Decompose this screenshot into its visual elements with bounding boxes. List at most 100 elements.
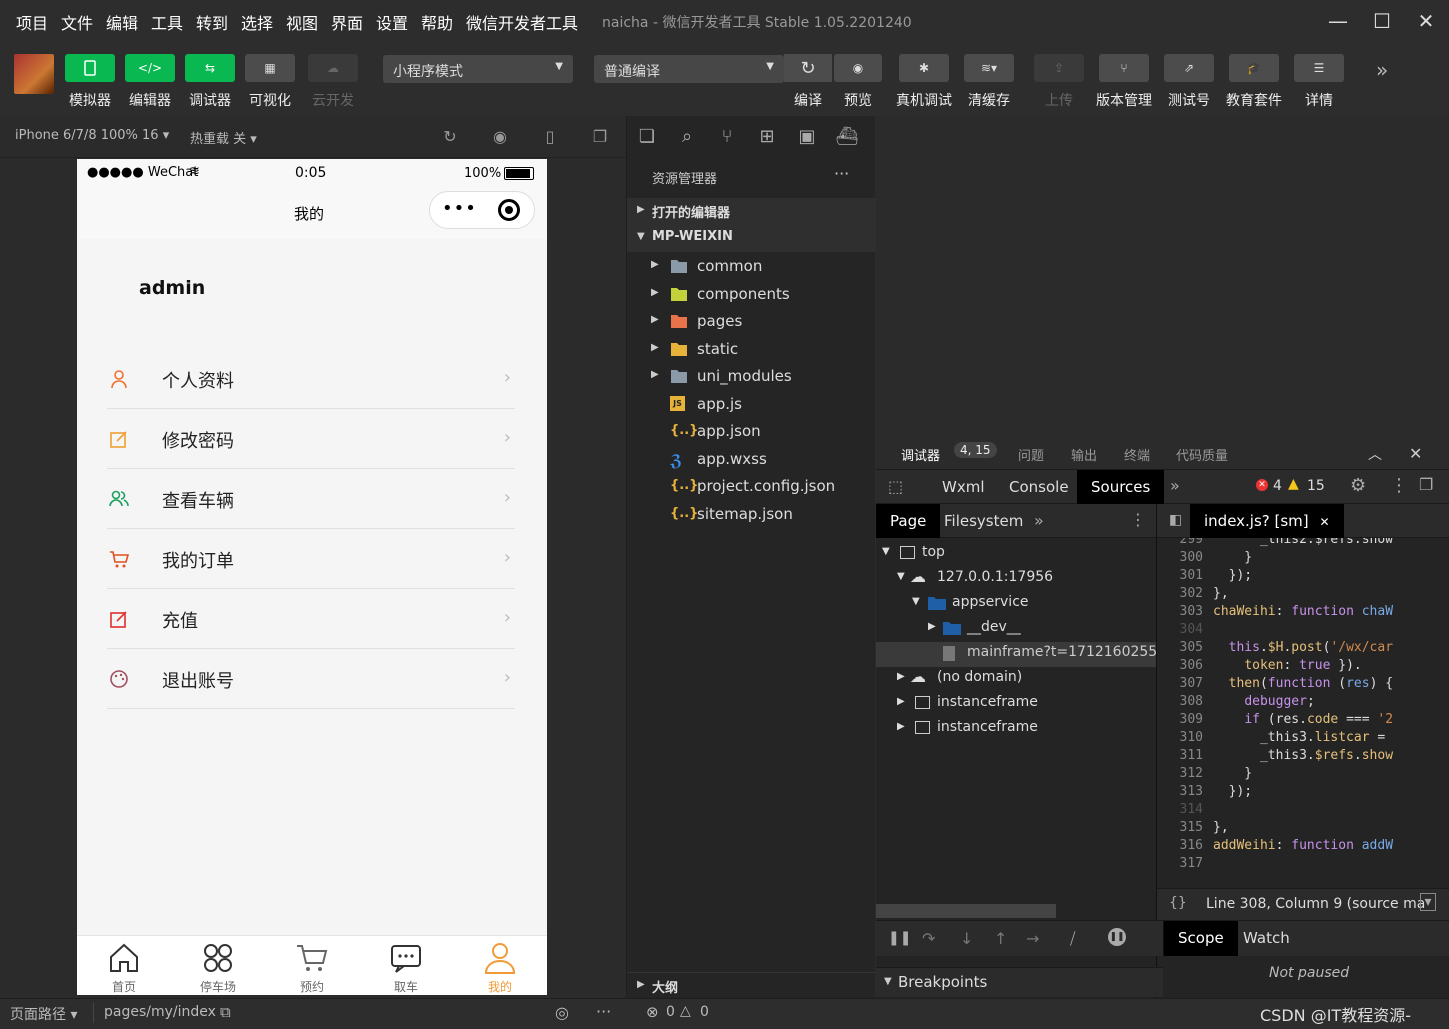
real-debug-button[interactable]: ✱ xyxy=(899,54,949,82)
upload-button[interactable]: ⇪ xyxy=(1034,54,1084,82)
more-tabs-icon[interactable]: » xyxy=(1170,476,1180,495)
close-icon[interactable]: ✕ xyxy=(1319,515,1329,529)
tree-item-dev[interactable]: ▶ __dev__ xyxy=(876,617,1156,642)
menu-help[interactable]: 帮助 xyxy=(421,10,453,34)
kebab-icon[interactable]: ⋮ xyxy=(1130,510,1146,529)
eye-icon[interactable]: ◎ xyxy=(555,1003,569,1022)
tree-item-appservice[interactable]: ▼ appservice xyxy=(876,592,1156,617)
file-app-js[interactable]: JS app.js xyxy=(627,391,876,418)
menu-item-vehicles[interactable]: 查看车辆 › xyxy=(107,469,515,529)
file-app-json[interactable]: {..} app.json xyxy=(627,418,876,445)
tab-wxml[interactable]: Wxml xyxy=(928,470,999,504)
tab-sources[interactable]: Sources xyxy=(1077,470,1165,504)
tab-terminal[interactable]: 终端 xyxy=(1124,445,1150,464)
file-app-wxss[interactable]: ℨ app.wxss xyxy=(627,446,876,473)
folder-pages[interactable]: ▶ pages xyxy=(627,308,876,335)
tab-parking[interactable]: 停车场 xyxy=(171,936,265,996)
tab-watch[interactable]: Watch xyxy=(1229,921,1304,955)
sidebar-toggle-icon[interactable]: ◧ xyxy=(1169,512,1182,528)
deactivate-breakpoints-icon[interactable]: ⧸ xyxy=(1070,929,1075,949)
clear-cache-button[interactable]: ≋▾ xyxy=(964,54,1014,82)
capsule-close-icon[interactable] xyxy=(498,199,520,221)
breakpoints-section[interactable]: ▼ Breakpoints xyxy=(876,967,1163,997)
open-editors-section[interactable]: ▶ 打开的编辑器 xyxy=(627,198,876,225)
pause-icon[interactable]: ❚❚ xyxy=(888,930,911,946)
simulator-button[interactable] xyxy=(65,54,115,82)
tab-console[interactable]: Console xyxy=(995,470,1083,504)
menu-select[interactable]: 选择 xyxy=(241,10,273,34)
tab-pickup[interactable]: 取车 xyxy=(359,936,453,996)
folder-static[interactable]: ▶ static xyxy=(627,336,876,363)
tab-problems[interactable]: 问题 xyxy=(1018,445,1044,464)
tab-code-quality[interactable]: 代码质量 xyxy=(1176,445,1228,464)
menu-item-change-password[interactable]: 修改密码 › xyxy=(107,409,515,469)
minimize-button[interactable]: — xyxy=(1318,6,1358,36)
more-icon[interactable]: ··· xyxy=(596,1002,611,1021)
rotate-icon[interactable]: ↻ xyxy=(440,127,460,147)
tree-item-top[interactable]: ▼ top xyxy=(876,542,1156,567)
more-icon[interactable]: ··· xyxy=(834,164,849,183)
step-over-icon[interactable]: ↷ xyxy=(922,929,935,948)
menu-item-profile[interactable]: 个人资料 › xyxy=(107,349,515,409)
tab-reserve[interactable]: 预约 xyxy=(265,936,359,996)
version-button[interactable]: ⑂ xyxy=(1099,54,1149,82)
file-sitemap[interactable]: {..} sitemap.json xyxy=(627,501,876,528)
tab-home[interactable]: 首页 xyxy=(77,936,171,996)
save-icon[interactable]: ▣ xyxy=(795,126,819,150)
tab-filesystem[interactable]: Filesystem xyxy=(930,504,1037,538)
tree-item-host[interactable]: ▼ ☁ 127.0.0.1:17956 xyxy=(876,567,1156,592)
tree-item-no-domain[interactable]: ▶ ☁ (no domain) xyxy=(876,667,1156,692)
project-root-section[interactable]: ▼ MP-WEIXIN xyxy=(627,225,876,252)
menu-project[interactable]: 项目 xyxy=(16,10,48,34)
menu-view[interactable]: 视图 xyxy=(286,10,318,34)
more-icon[interactable]: » xyxy=(1376,58,1388,82)
device-select[interactable]: iPhone 6/7/8 100% 16 ▾ xyxy=(15,128,169,143)
debugger-button[interactable]: ⇆ xyxy=(185,54,235,82)
folder-uni-modules[interactable]: ▶ uni_modules xyxy=(627,363,876,390)
compile-button[interactable]: ↻ xyxy=(784,54,832,82)
test-account-button[interactable]: ⇗ xyxy=(1164,54,1214,82)
step-into-icon[interactable]: ↓ xyxy=(960,929,973,948)
page-path-select[interactable]: 页面路径 ▾ xyxy=(10,1004,77,1024)
copy-icon[interactable]: ⧉ xyxy=(220,1003,231,1021)
tree-item-instanceframe[interactable]: ▶ instanceframe xyxy=(876,717,1156,742)
menu-goto[interactable]: 转到 xyxy=(196,10,228,34)
pretty-print-icon[interactable]: {} xyxy=(1169,895,1187,911)
outline-section[interactable]: ▶ 大纲 xyxy=(627,972,876,998)
cloud-button[interactable]: ☁ xyxy=(308,54,358,82)
menu-interface[interactable]: 界面 xyxy=(331,10,363,34)
inspect-icon[interactable]: ⬚ xyxy=(888,477,903,496)
avatar[interactable] xyxy=(14,54,54,94)
tab-debugger[interactable]: 调试器 xyxy=(901,445,941,472)
maximize-button[interactable]: ☐ xyxy=(1362,6,1402,36)
tree-item-mainframe[interactable]: mainframe?t=171216025568 xyxy=(876,642,1175,667)
menu-devtools[interactable]: 微信开发者工具 xyxy=(466,10,578,34)
code-editor[interactable]: 299 _this2.$refs.show 300 } 301 }); 302}… xyxy=(1157,538,1449,868)
menu-item-logout[interactable]: 退出账号 › xyxy=(107,649,515,709)
more-dots-icon[interactable]: ••• xyxy=(442,198,477,219)
editor-button[interactable]: </> xyxy=(125,54,175,82)
menu-settings[interactable]: 设置 xyxy=(376,10,408,34)
kebab-icon[interactable]: ⋮ xyxy=(1390,475,1408,496)
folder-common[interactable]: ▶ common xyxy=(627,253,876,280)
step-icon[interactable]: → xyxy=(1026,929,1039,948)
visual-button[interactable]: ▦ xyxy=(245,54,295,82)
search-icon[interactable]: ⌕ xyxy=(675,126,699,150)
gear-icon[interactable]: ⚙ xyxy=(1350,475,1366,496)
coverage-icon[interactable]: ▾ xyxy=(1420,893,1436,911)
menu-edit[interactable]: 编辑 xyxy=(106,10,138,34)
phone-icon[interactable]: ▯ xyxy=(540,127,560,147)
preview-button[interactable]: ◉ xyxy=(834,54,882,82)
popout-icon[interactable]: ❐ xyxy=(590,127,610,147)
mode-select[interactable]: 小程序模式 ▼ xyxy=(383,55,573,83)
dock-icon[interactable]: ❐ xyxy=(1419,475,1433,494)
tab-output[interactable]: 输出 xyxy=(1071,445,1097,464)
menu-file[interactable]: 文件 xyxy=(61,10,93,34)
folder-components[interactable]: ▶ components xyxy=(627,281,876,308)
horizontal-scrollbar[interactable] xyxy=(876,904,1056,918)
menu-item-recharge[interactable]: 充值 › xyxy=(107,589,515,649)
more-tabs-icon[interactable]: » xyxy=(1034,511,1044,530)
step-out-icon[interactable]: ↑ xyxy=(994,929,1007,948)
menu-item-orders[interactable]: 我的订单 › xyxy=(107,529,515,589)
extensions-icon[interactable]: ⊞ xyxy=(755,126,779,150)
